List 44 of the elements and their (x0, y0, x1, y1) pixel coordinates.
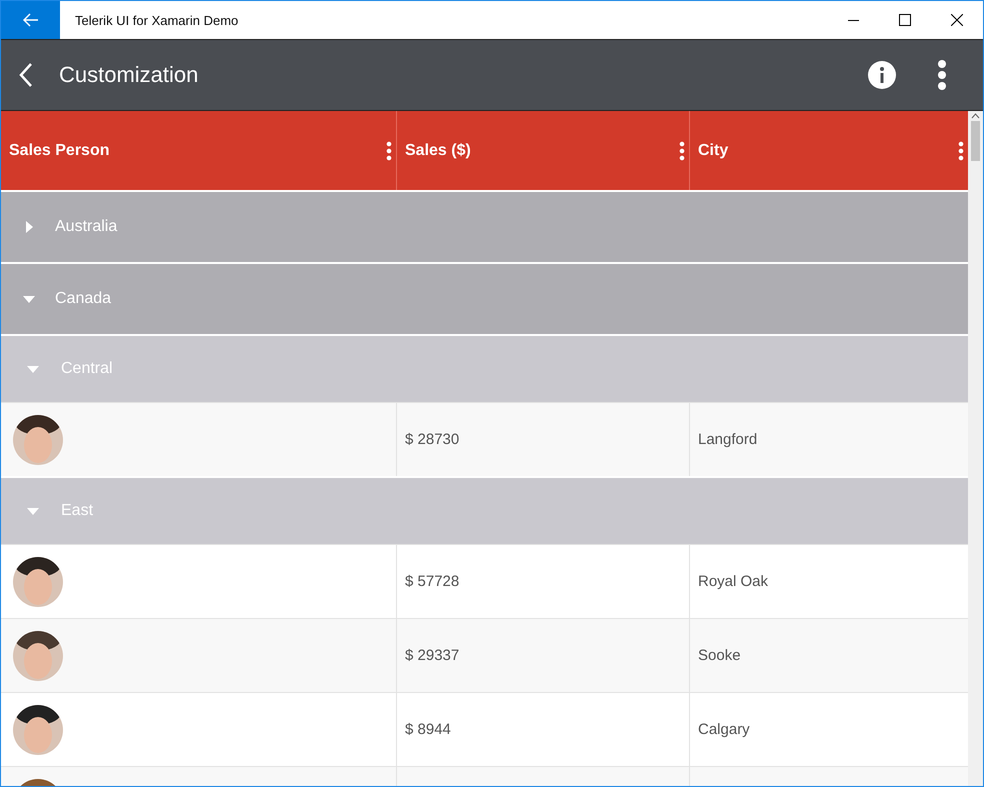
info-icon (867, 60, 897, 90)
column-title: Sales ($) (405, 142, 471, 160)
more-icon (937, 60, 947, 90)
caret-down-icon (27, 366, 39, 372)
avatar (13, 704, 63, 754)
column-menu-icon[interactable] (679, 140, 685, 160)
close-icon (951, 14, 963, 26)
back-arrow-icon (22, 13, 38, 27)
scrollbar[interactable] (968, 111, 983, 786)
group-header[interactable]: Canada (1, 262, 968, 334)
avatar (13, 556, 63, 606)
column-title: Sales Person (9, 142, 110, 160)
column-title: City (698, 142, 728, 160)
caret-down-icon (27, 508, 39, 514)
back-button[interactable] (19, 63, 33, 87)
sales-cell: $ 29337 (405, 647, 460, 664)
scroll-up-icon[interactable] (971, 111, 980, 121)
info-button[interactable] (867, 60, 897, 90)
city-cell: Langford (698, 431, 758, 448)
column-menu-icon[interactable] (386, 140, 392, 160)
collapse-button[interactable] (25, 508, 41, 514)
group-header[interactable]: Australia (1, 190, 968, 262)
avatar (13, 414, 63, 464)
city-cell: Royal Oak (698, 573, 768, 590)
sales-cell: $ 28730 (405, 431, 460, 448)
column-menu-icon[interactable] (958, 140, 964, 160)
city-cell: Sooke (698, 647, 741, 664)
window-title: Telerik UI for Xamarin Demo (75, 12, 240, 28)
collapse-button[interactable] (25, 366, 41, 372)
caret-right-icon (26, 221, 32, 233)
more-button[interactable] (937, 60, 947, 90)
sales-cell: $ 57728 (405, 573, 460, 590)
avatar (13, 630, 63, 680)
page-title: Customization (59, 62, 200, 88)
city-cell: Calgary (698, 721, 750, 738)
caret-down-icon (23, 296, 35, 302)
column-header[interactable]: City (690, 111, 968, 190)
group-label: Australia (55, 218, 118, 236)
collapse-button[interactable] (21, 296, 37, 302)
maximize-icon (899, 14, 911, 26)
chevron-left-icon (19, 63, 33, 87)
scrollbar-thumb[interactable] (971, 121, 980, 161)
group-label: Canada (55, 290, 112, 308)
sales-cell: $ 8944 (405, 721, 451, 738)
